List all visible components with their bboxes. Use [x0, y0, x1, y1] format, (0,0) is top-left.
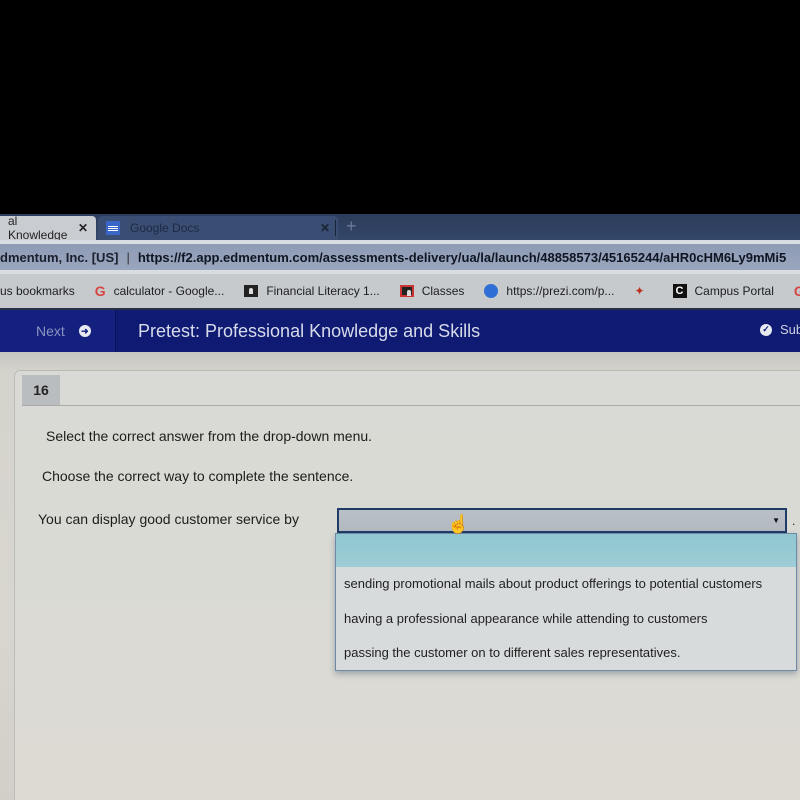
prezi-icon	[484, 284, 499, 298]
site-identity: dmentum, Inc. [US]	[0, 249, 119, 265]
new-tab-button[interactable]: +	[346, 216, 357, 237]
bookmark-other[interactable]: us bookmarks	[0, 284, 75, 298]
close-icon[interactable]: ✕	[78, 221, 88, 235]
classroom-icon	[399, 285, 414, 297]
hand-cursor-icon: ☝	[447, 514, 470, 534]
bookmark-financial-literacy[interactable]: Financial Literacy 1...	[244, 284, 380, 298]
divider: |	[126, 249, 130, 265]
tab-separator	[335, 220, 336, 236]
check-icon: ✓	[760, 323, 772, 336]
next-button[interactable]: Next ➜	[0, 310, 116, 352]
bookmark-google[interactable]: G	[794, 283, 800, 299]
page-title: Pretest: Professional Knowledge and Skil…	[138, 321, 481, 341]
arrow-right-icon: ➜	[78, 325, 91, 337]
bookmark-calculator[interactable]: G calculator - Google...	[95, 283, 225, 299]
url-input[interactable]: dmentum, Inc. [US] | https://f2.app.edme…	[0, 244, 800, 270]
next-label: Next	[36, 323, 65, 339]
dropdown-option[interactable]: sending promotional mails about product …	[344, 576, 762, 591]
url-text: https://f2.app.edmentum.com/assessments-…	[137, 249, 787, 265]
answer-dropdown[interactable]: ▼	[337, 508, 787, 533]
prompt-text: Choose the correct way to complete the s…	[42, 468, 354, 484]
divider	[22, 405, 800, 406]
bookmark-classes[interactable]: Classes	[399, 284, 465, 298]
google-docs-icon	[106, 221, 120, 235]
pin-icon: ✦	[634, 284, 645, 298]
bookmark-campus-portal[interactable]: C Campus Portal	[672, 284, 774, 298]
black-bezel	[0, 0, 800, 214]
address-bar: dmentum, Inc. [US] | https://f2.app.edme…	[0, 240, 800, 274]
bookmark-prezi[interactable]: https://prezi.com/p...	[484, 284, 614, 298]
app-header: Next ➜ Pretest: Professional Knowledge a…	[0, 310, 800, 352]
caret-down-icon: ▼	[772, 516, 780, 525]
instruction-text: Select the correct answer from the drop-…	[46, 428, 373, 444]
bookmarks-bar: us bookmarks G calculator - Google... Fi…	[0, 274, 800, 310]
dropdown-option[interactable]: having a professional appearance while a…	[344, 611, 708, 626]
sentence-end: .	[792, 514, 796, 528]
close-icon[interactable]: ✕	[320, 221, 330, 235]
bookmark-label: calculator - Google...	[113, 284, 225, 298]
bookmark-pin[interactable]: ✦	[634, 284, 652, 298]
submit-button[interactable]: ✓ Sub	[760, 322, 800, 337]
campus-portal-icon: C	[672, 284, 687, 298]
tab-google-docs[interactable]: Google Docs ✕	[98, 216, 338, 240]
classroom-icon	[244, 285, 259, 297]
dropdown-option[interactable]: passing the customer on to different sal…	[344, 645, 681, 660]
tab-strip: al Knowledge ✕ Google Docs ✕	[0, 214, 800, 242]
tab-label: al Knowledge	[8, 214, 68, 242]
google-icon: G	[94, 283, 106, 299]
dropdown-menu: sending promotional mails about product …	[335, 533, 797, 671]
bookmark-label: Campus Portal	[694, 284, 774, 298]
tab-edmentum[interactable]: al Knowledge ✕	[0, 214, 96, 242]
submit-label: Sub	[780, 322, 800, 337]
sentence-start: You can display good customer service by	[38, 511, 299, 527]
bookmark-label: Classes	[421, 284, 465, 298]
dropdown-option-blank[interactable]	[336, 534, 796, 567]
tab-label: Google Docs	[130, 221, 200, 235]
bookmark-label: https://prezi.com/p...	[506, 284, 615, 298]
google-icon: G	[794, 283, 800, 299]
bookmark-label: Financial Literacy 1...	[266, 284, 380, 298]
bookmark-label: us bookmarks	[0, 284, 75, 298]
question-number: 16	[22, 375, 60, 405]
